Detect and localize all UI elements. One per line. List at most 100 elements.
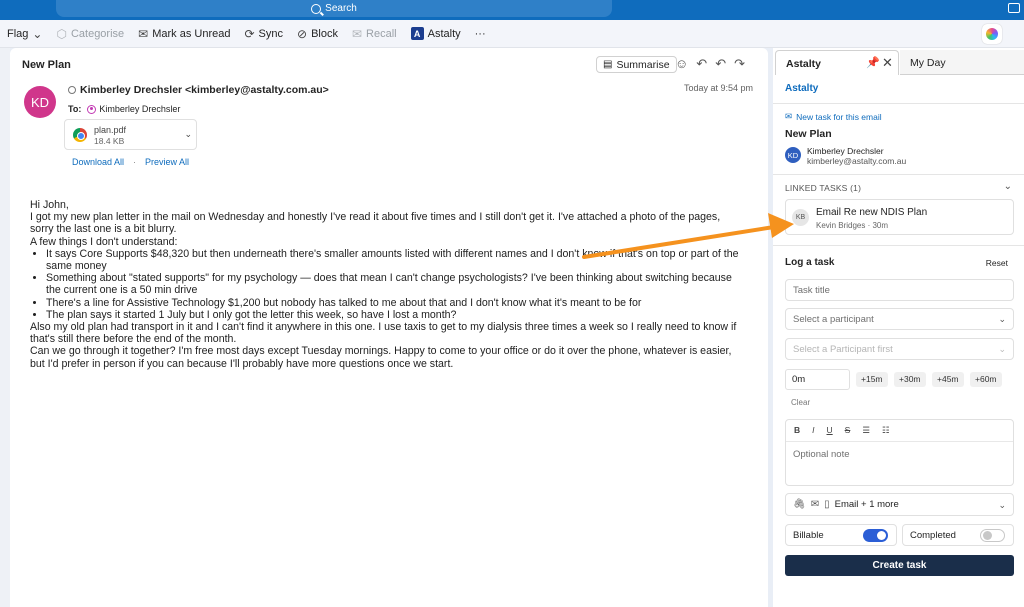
recall-icon: ✉ bbox=[351, 26, 363, 41]
chevron-down-icon[interactable]: ⌄ bbox=[1004, 181, 1012, 192]
astalty-label: Astalty bbox=[427, 27, 461, 40]
create-task-button[interactable]: Create task bbox=[785, 555, 1014, 576]
reset-button[interactable]: Reset bbox=[986, 258, 1008, 268]
numbered-list-icon[interactable]: ☷ bbox=[882, 425, 890, 436]
astalty-addin-button[interactable]: A Astalty bbox=[404, 20, 468, 48]
list-item: There's a line for Assistive Technology … bbox=[46, 297, 742, 309]
format-toolbar: B I U S ☰ ☷ bbox=[786, 420, 1013, 442]
reading-pane: New Plan ▤ Summarise ☺ ↶ ↶ ↷ KD Kimberle… bbox=[10, 48, 768, 607]
clear-duration-button[interactable]: Clear bbox=[791, 398, 810, 407]
list-item: The plan says it started 1 July but I on… bbox=[46, 309, 742, 321]
reply-all-icon[interactable]: ↶ bbox=[715, 56, 726, 72]
chevron-down-icon[interactable]: ⌄ bbox=[32, 27, 42, 41]
completed-toggle[interactable] bbox=[980, 529, 1005, 542]
sender-avatar: KD bbox=[24, 86, 56, 118]
participant-select[interactable]: Select a participant ⌄ bbox=[785, 308, 1014, 330]
document-icon: ▯ bbox=[824, 499, 830, 510]
emoji-react-icon[interactable]: ☺ bbox=[675, 56, 688, 72]
recipients-line: To: Kimberley Drechsler bbox=[68, 104, 180, 114]
chevron-down-icon: ⌄ bbox=[998, 344, 1006, 354]
participant-detail-select[interactable]: Select a Participant first ⌄ bbox=[785, 338, 1014, 360]
feedback-icon[interactable] bbox=[1008, 3, 1020, 13]
divider bbox=[773, 245, 1024, 246]
email-time: Today at 9:54 pm bbox=[684, 83, 754, 93]
strikethrough-button[interactable]: S bbox=[845, 425, 851, 436]
sender-name[interactable]: Kimberley Drechsler <kimberley@astalty.c… bbox=[80, 84, 329, 96]
mark-unread-button[interactable]: ✉ Mark as Unread bbox=[131, 20, 237, 48]
sync-button[interactable]: ⟳ Sync bbox=[237, 20, 290, 48]
bullet-list-icon[interactable]: ☰ bbox=[862, 425, 870, 436]
linked-task-meta: Kevin Bridges · 30m bbox=[816, 221, 889, 230]
search-icon bbox=[311, 3, 322, 14]
billable-toggle[interactable] bbox=[863, 529, 888, 542]
bold-button[interactable]: B bbox=[794, 425, 800, 436]
contact-email: kimberley@astalty.com.au bbox=[807, 156, 907, 166]
reply-icon[interactable]: ↶ bbox=[696, 56, 707, 72]
to-label: To: bbox=[68, 104, 82, 114]
linked-task-card[interactable]: KB Email Re new NDIS Plan Kevin Bridges … bbox=[785, 199, 1014, 235]
add-60m-button[interactable]: +60m bbox=[970, 372, 1002, 387]
contact-avatar: KD bbox=[785, 147, 801, 163]
divider bbox=[773, 174, 1024, 175]
divider bbox=[773, 103, 1024, 104]
categorise-button[interactable]: ⬡ Categorise bbox=[49, 20, 131, 48]
summarise-button[interactable]: ▤ Summarise bbox=[596, 56, 677, 73]
more-label: ··· bbox=[474, 27, 486, 40]
paperclip-icon: 🖇 bbox=[793, 499, 806, 510]
close-icon[interactable]: ✕ bbox=[882, 55, 893, 71]
completed-label: Completed bbox=[910, 530, 956, 541]
list-item: Something about "stated supports" for my… bbox=[46, 272, 742, 296]
forward-icon[interactable]: ↷ bbox=[734, 56, 745, 72]
contact-name: Kimberley Drechsler bbox=[807, 146, 884, 156]
duration-input[interactable]: 0m bbox=[785, 369, 850, 390]
search-box[interactable]: Search bbox=[56, 0, 612, 17]
participant-placeholder: Select a participant bbox=[793, 314, 874, 325]
underline-button[interactable]: U bbox=[827, 425, 833, 436]
linked-task-title: Email Re new NDIS Plan bbox=[816, 207, 928, 218]
block-button[interactable]: ⊘ Block bbox=[290, 20, 345, 48]
recipient-icon bbox=[87, 104, 97, 114]
presence-icon bbox=[68, 86, 76, 94]
tab-my-day-label: My Day bbox=[910, 57, 946, 69]
attachment-card[interactable]: plan.pdf 18.4 KB ⌄ bbox=[64, 119, 197, 150]
add-30m-button[interactable]: +30m bbox=[894, 372, 926, 387]
billable-toggle-box: Billable bbox=[785, 524, 897, 546]
italic-button[interactable]: I bbox=[812, 425, 814, 436]
billable-label: Billable bbox=[793, 530, 824, 541]
chevron-down-icon[interactable]: ⌄ bbox=[184, 129, 192, 140]
copilot-button[interactable] bbox=[982, 24, 1002, 44]
recall-button[interactable]: ✉ Recall bbox=[345, 20, 404, 48]
attachment-size: 18.4 KB bbox=[94, 136, 125, 146]
recipient-name[interactable]: Kimberley Drechsler bbox=[99, 104, 180, 114]
add-15m-button[interactable]: +15m bbox=[856, 372, 888, 387]
preview-all-link[interactable]: Preview All bbox=[145, 157, 189, 167]
new-task-link[interactable]: ✉ New task for this email bbox=[785, 111, 882, 122]
tab-astalty[interactable]: Astalty 📌 ✕ bbox=[775, 50, 899, 75]
download-all-link[interactable]: Download All bbox=[72, 157, 124, 167]
attachment-links: Download All · Preview All bbox=[72, 157, 189, 167]
summarise-label: Summarise bbox=[616, 58, 670, 71]
tab-astalty-label: Astalty bbox=[786, 58, 822, 70]
body-paragraph: I got my new plan letter in the mail on … bbox=[30, 211, 721, 236]
participant-first-placeholder: Select a Participant first bbox=[793, 344, 893, 355]
more-actions-button[interactable]: ··· bbox=[468, 20, 493, 48]
note-editor[interactable]: B I U S ☰ ☷ Optional note bbox=[785, 419, 1014, 486]
envelope-icon: ✉ bbox=[138, 26, 149, 41]
task-title-input[interactable]: Task title bbox=[785, 279, 1014, 301]
task-owner-avatar: KB bbox=[792, 209, 809, 226]
block-label: Block bbox=[311, 27, 338, 40]
add-45m-button[interactable]: +45m bbox=[932, 372, 964, 387]
pin-icon[interactable]: 📌 bbox=[866, 56, 880, 69]
sync-label: Sync bbox=[258, 27, 284, 40]
tab-my-day[interactable]: My Day bbox=[900, 50, 1024, 75]
list-item: It says Core Supports $48,320 but then u… bbox=[46, 248, 742, 272]
chrome-file-icon bbox=[73, 128, 87, 142]
flag-button[interactable]: Flag ⌄ bbox=[0, 20, 49, 48]
recall-label: Recall bbox=[366, 27, 397, 40]
attach-select[interactable]: 🖇 ✉ ▯ Email + 1 more ⌄ bbox=[785, 493, 1014, 516]
ribbon-toolbar: Flag ⌄ ⬡ Categorise ✉ Mark as Unread ⟳ S… bbox=[0, 20, 1024, 48]
completed-toggle-box: Completed bbox=[902, 524, 1014, 546]
copilot-icon bbox=[986, 28, 998, 40]
mail-task-icon: ✉ bbox=[785, 111, 793, 121]
linked-tasks-header: LINKED TASKS (1) bbox=[785, 183, 862, 193]
